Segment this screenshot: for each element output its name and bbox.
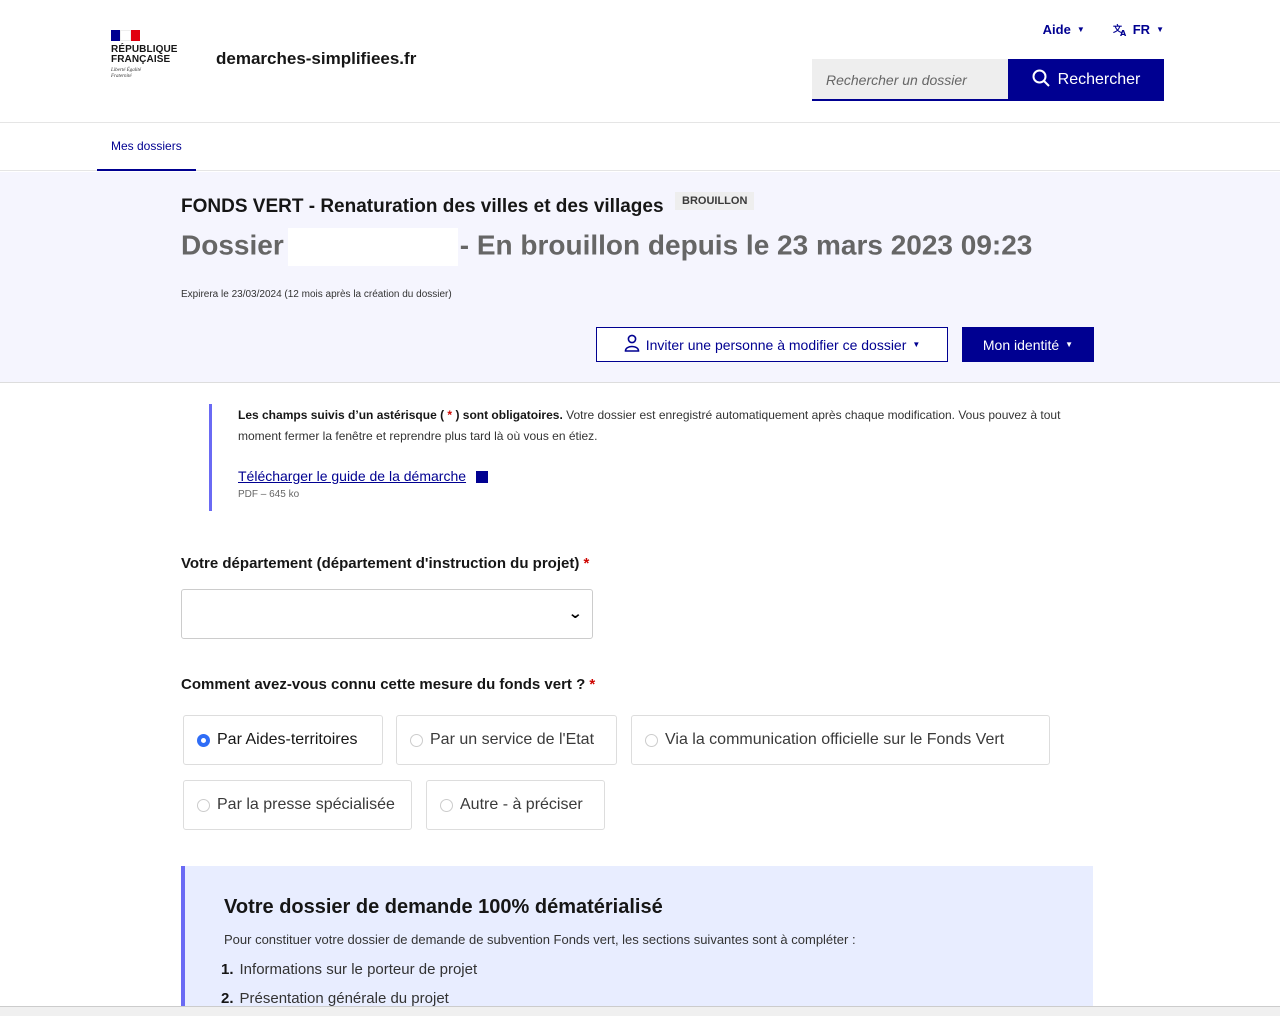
search-button[interactable]: Rechercher — [1008, 59, 1164, 101]
site-name-link[interactable]: demarches-simplifiees.fr — [216, 49, 416, 69]
main-nav: Mes dossiers — [0, 123, 1280, 171]
list-number: 2. — [221, 990, 234, 1007]
procedure-title: FONDS VERT - Renaturation des villes et … — [181, 196, 664, 217]
search-button-label: Rechercher — [1057, 71, 1141, 88]
info-title: Votre dossier de demande 100% dématérial… — [224, 896, 663, 918]
dossier-word: Dossier — [181, 229, 284, 261]
required-fields-notice: Les champs suivis d’un astérisque ( * ) … — [209, 404, 1099, 511]
radio-unchecked-icon — [197, 798, 210, 812]
dossier-header: FONDS VERT - Renaturation des villes et … — [0, 172, 1280, 383]
notice-text: Les champs suivis d’un astérisque ( * ) … — [238, 405, 1099, 447]
download-guide-link[interactable]: Télécharger le guide de la démarche — [238, 468, 466, 484]
user-icon — [624, 334, 640, 355]
invite-person-button[interactable]: Inviter une personne à modifier ce dossi… — [596, 327, 948, 362]
radio-unchecked-icon — [410, 733, 423, 747]
chevron-down-icon: ▼ — [1156, 25, 1164, 34]
search-bar: Rechercher un dossier Rechercher — [812, 59, 1164, 101]
svg-text:A: A — [1120, 29, 1127, 36]
window-bottom-edge — [0, 1006, 1280, 1016]
chevron-down-icon: ▼ — [1065, 340, 1074, 349]
chevron-down-icon: ⌄ — [568, 605, 584, 622]
radio-option-communication-officielle[interactable]: Via la communication officielle sur le F… — [631, 715, 1050, 765]
list-number: 1. — [221, 961, 234, 978]
radio-unchecked-icon — [440, 798, 453, 812]
guide-file-meta: PDF – 645 ko — [238, 489, 300, 500]
invite-button-label: Inviter une personne à modifier ce dossi… — [645, 336, 907, 353]
radio-label: Via la communication officielle sur le F… — [665, 731, 1005, 748]
french-flag-icon — [111, 30, 140, 41]
info-callout: Votre dossier de demande 100% dématérial… — [181, 866, 1093, 1016]
department-label-text: Votre département (département d'instruc… — [181, 555, 580, 572]
radio-option-autre[interactable]: Autre - à préciser — [426, 780, 605, 830]
list-item-label: Présentation générale du projet — [239, 990, 449, 1007]
section-list: 1. Informations sur le porteur de projet … — [221, 955, 1093, 1013]
language-label: FR — [1132, 22, 1151, 37]
republique-francaise-logo[interactable]: RÉPUBLIQUE FRANÇAISE Liberté Égalité Fra… — [111, 30, 191, 80]
help-menu-button[interactable]: Aide ▼ — [1043, 22, 1085, 37]
status-badge: BROUILLON — [675, 192, 755, 210]
notice-bold-prefix: Les champs suivis d’un astérisque ( — [238, 408, 445, 422]
page-title: Dossier - En brouillon depuis le 23 mars … — [181, 228, 1032, 266]
radio-label: Par un service de l'Etat — [430, 731, 595, 748]
search-input[interactable]: Rechercher un dossier — [812, 59, 1008, 101]
radio-label: Par la presse spécialisée — [217, 796, 395, 813]
department-select[interactable]: ⌄ — [181, 589, 593, 639]
chevron-down-icon: ▼ — [1076, 25, 1085, 34]
redacted-dossier-number — [287, 228, 458, 266]
identity-button-label: Mon identité — [982, 336, 1060, 353]
asterisk-mark: * — [447, 408, 453, 422]
radio-option-aides-territoires[interactable]: Par Aides-territoires — [183, 715, 383, 765]
site-header: RÉPUBLIQUE FRANÇAISE Liberté Égalité Fra… — [0, 0, 1280, 123]
download-icon — [476, 470, 489, 483]
header-tools: Aide ▼ 文A FR ▼ — [1043, 22, 1164, 37]
list-item-label: Informations sur le porteur de projet — [239, 961, 478, 978]
radio-label: Autre - à préciser — [460, 796, 583, 813]
department-label: Votre département (département d'instruc… — [181, 555, 589, 572]
source-label-text: Comment avez-vous connu cette mesure du … — [181, 676, 586, 693]
source-label: Comment avez-vous connu cette mesure du … — [181, 676, 595, 693]
info-intro: Pour constituer votre dossier de demande… — [224, 932, 856, 947]
logo-brand-text: RÉPUBLIQUE FRANÇAISE — [111, 44, 178, 65]
radio-checked-icon — [197, 733, 210, 747]
draft-since-text: - En brouillon depuis le 23 mars 2023 09… — [459, 229, 1033, 261]
help-label: Aide — [1042, 22, 1071, 37]
required-mark: * — [583, 555, 590, 572]
identity-button[interactable]: Mon identité ▼ — [962, 327, 1094, 362]
radio-option-service-etat[interactable]: Par un service de l'Etat — [396, 715, 617, 765]
required-mark: * — [589, 676, 596, 693]
tab-mes-dossiers[interactable]: Mes dossiers — [97, 123, 196, 171]
list-item: 1. Informations sur le porteur de projet — [221, 955, 1093, 984]
expiry-text: Expirera le 23/03/2024 (12 mois après la… — [181, 289, 452, 300]
translate-icon: 文A — [1113, 23, 1127, 36]
language-selector[interactable]: 文A FR ▼ — [1113, 22, 1164, 37]
radio-label: Par Aides-territoires — [217, 731, 358, 748]
radio-unchecked-icon — [645, 733, 658, 747]
radio-option-presse-specialisee[interactable]: Par la presse spécialisée — [183, 780, 412, 830]
chevron-down-icon: ▼ — [912, 340, 921, 349]
notice-bold-suffix: ) sont obligatoires. — [455, 408, 563, 422]
search-icon — [1032, 69, 1050, 92]
logo-motto: Liberté Égalité Fraternité — [111, 68, 142, 79]
